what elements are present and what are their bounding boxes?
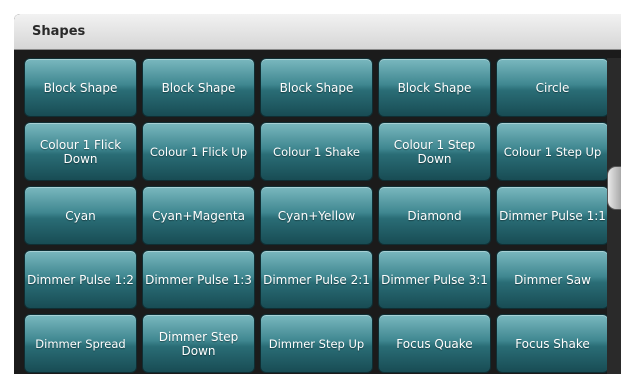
shape-button-dimmer-spread[interactable]: Dimmer Spread [24,314,137,373]
vertical-scrollbar[interactable] [607,58,621,374]
shape-button-label: Diamond [407,208,462,223]
shape-button-label: Colour 1 Flick Down [39,137,122,166]
shape-button-diamond[interactable]: Diamond [378,186,491,245]
shape-button-colour-1-step-up[interactable]: Colour 1 Step Up [496,122,609,181]
shape-button-label: Block Shape [43,80,118,95]
shape-button-label: Dimmer Pulse 1:1 [499,208,606,223]
shapes-window: Shapes Block Shape Block Shape Block Sha… [14,14,621,374]
shape-button-focus-shake[interactable]: Focus Shake [496,314,609,373]
shape-button-label: Dimmer Pulse 3:1 [381,272,488,287]
shape-button-label: Focus Quake [396,336,473,351]
shape-button-dimmer-pulse-1-3[interactable]: Dimmer Pulse 1:3 [142,250,255,309]
shape-button-label: Circle [535,80,570,95]
shape-button-label: Dimmer Pulse 1:3 [145,272,252,287]
shape-button-colour-1-flick-up[interactable]: Colour 1 Flick Up [142,122,255,181]
window-title: Shapes [32,24,86,39]
shape-button-colour-1-shake[interactable]: Colour 1 Shake [260,122,373,181]
shape-button-block-shape-4[interactable]: Block Shape [378,58,491,117]
shape-button-label: Block Shape [161,80,236,95]
shape-button-dimmer-saw[interactable]: Dimmer Saw [496,250,609,309]
shape-button-dimmer-step-down[interactable]: Dimmer Step Down [142,314,255,373]
shape-button-label: Focus Shake [515,336,590,351]
shape-button-dimmer-step-up[interactable]: Dimmer Step Up [260,314,373,373]
shape-button-label: Dimmer Pulse 1:2 [27,272,134,287]
shape-button-label: Dimmer Spread [35,336,126,351]
shape-button-dimmer-pulse-3-1[interactable]: Dimmer Pulse 3:1 [378,250,491,309]
shape-button-dimmer-pulse-1-1[interactable]: Dimmer Pulse 1:1 [496,186,609,245]
shape-button-label: Cyan [65,208,96,223]
shape-button-label: Dimmer Pulse 2:1 [263,272,370,287]
shape-button-label: Colour 1 Step Up [503,144,602,159]
shape-button-label: Dimmer Saw [514,272,591,287]
shape-button-circle[interactable]: Circle [496,58,609,117]
shape-button-cyan[interactable]: Cyan [24,186,137,245]
shape-button-colour-1-step-down[interactable]: Colour 1 Step Down [378,122,491,181]
shape-button-label: Dimmer Step Up [268,336,365,351]
shape-button-block-shape-3[interactable]: Block Shape [260,58,373,117]
shape-button-dimmer-pulse-2-1[interactable]: Dimmer Pulse 2:1 [260,250,373,309]
shape-button-label: Block Shape [279,80,354,95]
shape-button-label: Colour 1 Flick Up [149,144,248,159]
shape-button-cyan-magenta[interactable]: Cyan+Magenta [142,186,255,245]
shapes-button-grid: Block Shape Block Shape Block Shape Bloc… [24,58,609,373]
shape-button-block-shape-1[interactable]: Block Shape [24,58,137,117]
shape-button-label: Cyan+Magenta [152,208,245,223]
shape-button-dimmer-pulse-1-2[interactable]: Dimmer Pulse 1:2 [24,250,137,309]
shape-button-label: Colour 1 Shake [273,144,360,159]
shape-button-block-shape-2[interactable]: Block Shape [142,58,255,117]
shape-button-label: Colour 1 Step Down [393,137,476,166]
shape-button-label: Block Shape [397,80,472,95]
shape-button-focus-quake[interactable]: Focus Quake [378,314,491,373]
shape-button-label: Cyan+Yellow [277,208,356,223]
shape-button-label: Dimmer Step Down [158,329,239,358]
shape-button-cyan-yellow[interactable]: Cyan+Yellow [260,186,373,245]
scrollbar-thumb[interactable] [607,166,621,210]
shape-button-colour-1-flick-down[interactable]: Colour 1 Flick Down [24,122,137,181]
window-titlebar: Shapes [14,14,621,50]
